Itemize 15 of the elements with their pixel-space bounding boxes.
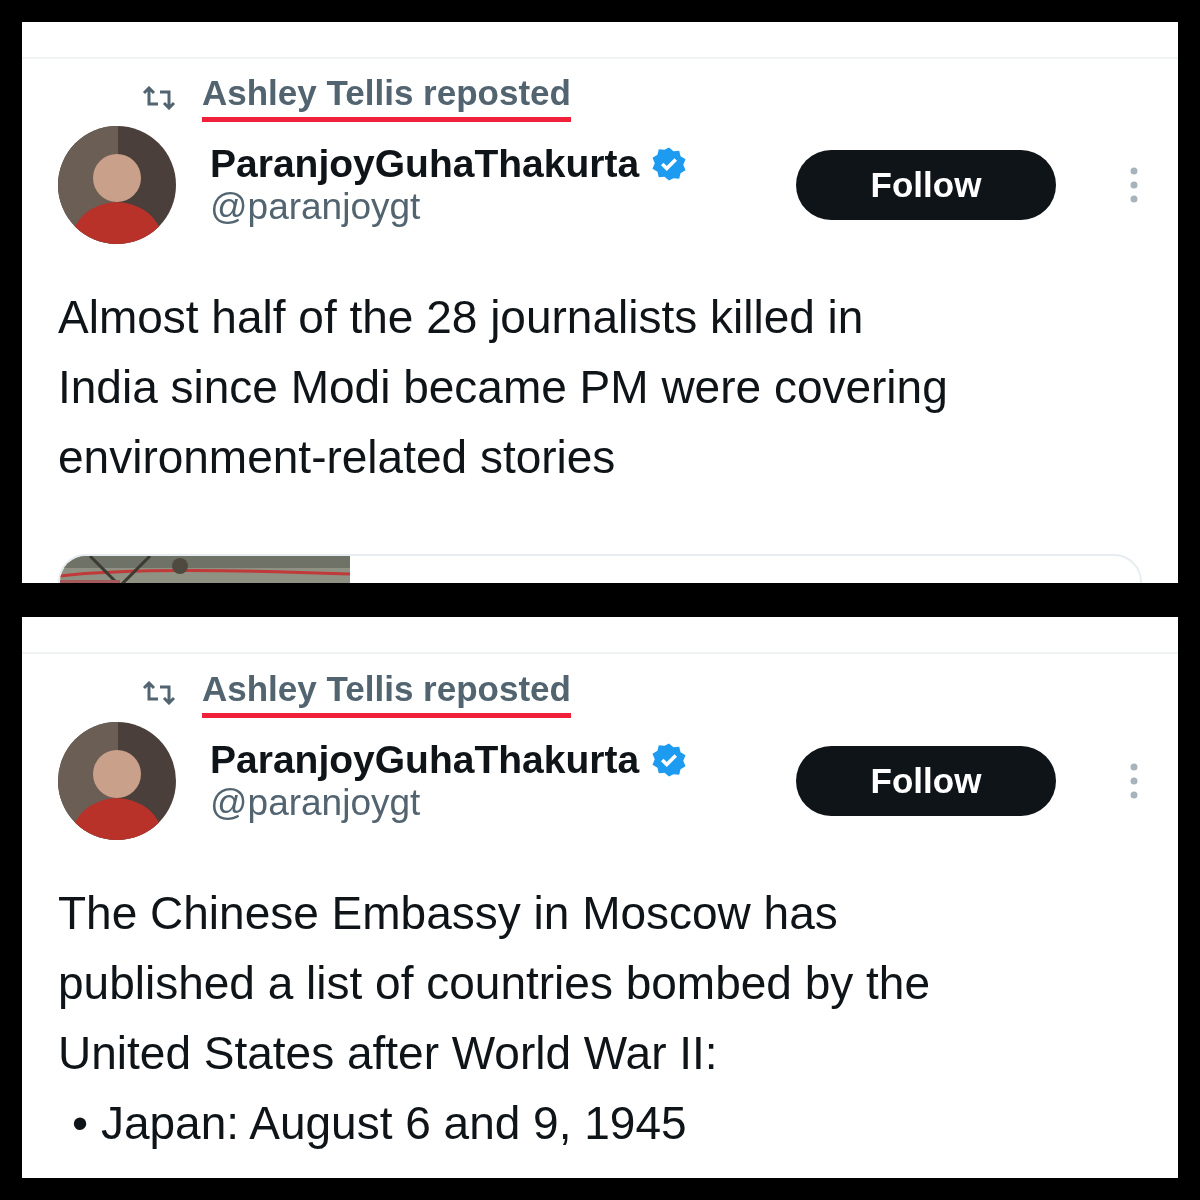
- post-text: The Chinese Embassy in Moscow has published a list of countries bombed by the United States after World War II:: [58, 886, 931, 1081]
- post-text: Almost half of the 28 journalists killed in India since Modi became PM were covering environment-related stories: [58, 290, 949, 485]
- author-name[interactable]: ParanjoyGuhaThakurta: [210, 142, 640, 186]
- repost-label: Ashley Tellis reposted: [202, 668, 571, 718]
- repost-icon: [142, 85, 176, 110]
- follow-button[interactable]: Follow: [796, 746, 1056, 816]
- more-icon[interactable]: [1130, 763, 1138, 799]
- author-handle[interactable]: @paranjoygt: [210, 782, 762, 824]
- author-handle[interactable]: @paranjoygt: [210, 186, 762, 228]
- follow-button[interactable]: Follow: [796, 150, 1056, 220]
- more-icon[interactable]: [1130, 167, 1138, 203]
- bullet-item: • Japan: August 6 and 9, 1945: [72, 1096, 688, 1151]
- author-name[interactable]: ParanjoyGuhaThakurta: [210, 738, 640, 782]
- repost-icon: [142, 681, 176, 705]
- repost-label: Ashley Tellis reposted: [202, 73, 571, 122]
